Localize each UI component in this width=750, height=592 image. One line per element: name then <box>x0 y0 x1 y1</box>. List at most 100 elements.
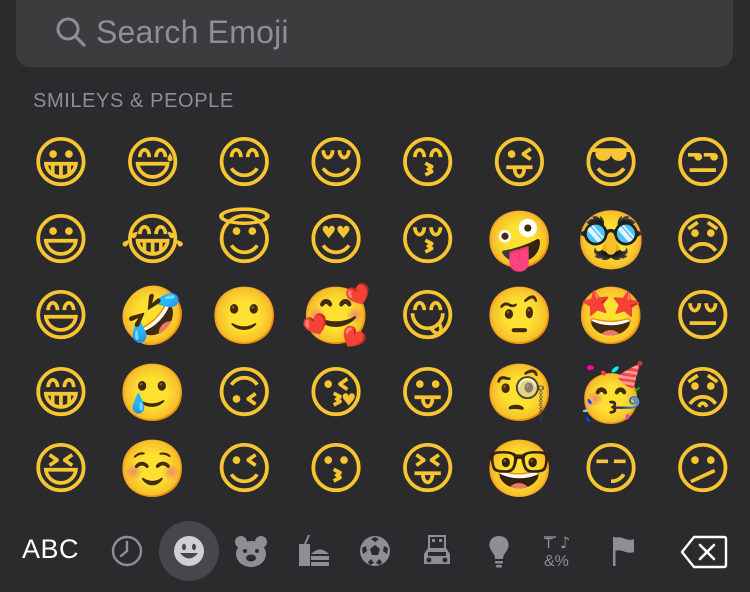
category-smileys[interactable] <box>159 521 219 581</box>
emoji-glyph: 😗 <box>306 437 366 502</box>
emoji-glyph: 🧐 <box>484 360 555 426</box>
emoji-key[interactable]: 😊 <box>210 130 278 198</box>
emoji-glyph: 🤨 <box>484 284 555 349</box>
emoji-glyph: 😔 <box>673 284 732 349</box>
emoji-glyph: 😂 <box>119 207 186 273</box>
emoji-key[interactable]: 🧐 <box>484 360 555 428</box>
search-placeholder: Search Emoji <box>96 14 289 50</box>
emoji-glyph: 😌 <box>306 131 366 196</box>
category-recent[interactable] <box>105 529 149 573</box>
emoji-key[interactable]: 😁 <box>27 360 95 428</box>
emoji-glyph: 😀 <box>31 131 91 196</box>
emoji-key[interactable]: 😄 <box>27 283 95 351</box>
emoji-glyph: 🙂 <box>209 284 280 349</box>
emoji-glyph: 😎 <box>581 131 641 196</box>
emoji-key[interactable]: 😎 <box>577 130 645 198</box>
emoji-glyph: 😆 <box>31 437 91 502</box>
flag-icon <box>613 537 634 566</box>
emoji-key[interactable]: 🤪 <box>485 207 555 275</box>
search-field[interactable]: Search Emoji <box>16 0 733 67</box>
emoji-glyph: 😇 <box>215 207 274 273</box>
emoji-key[interactable]: 🙂 <box>209 283 280 351</box>
emoji-glyph: 😋 <box>398 284 457 349</box>
emoji-glyph: ☺️ <box>117 437 188 502</box>
emoji-key[interactable]: 🤣 <box>117 283 188 351</box>
delete-icon[interactable] <box>680 535 728 569</box>
emoji-glyph: 🙃 <box>215 360 274 426</box>
section-title: SMILEYS & PEOPLE <box>33 90 234 112</box>
emoji-glyph: 😟 <box>673 360 732 426</box>
emoji-glyph: 😛 <box>398 360 457 426</box>
emoji-glyph: 😃 <box>31 207 91 273</box>
emoji-glyph: 😘 <box>306 360 366 426</box>
smiley-icon <box>174 536 204 566</box>
emoji-key[interactable]: 🥸 <box>576 207 646 275</box>
emoji-key[interactable]: 😉 <box>210 436 278 504</box>
svg-text:&%: &% <box>544 553 569 569</box>
emoji-glyph: 😞 <box>673 207 732 273</box>
emoji-key[interactable]: 😆 <box>27 436 95 504</box>
emoji-key[interactable]: 😅 <box>119 130 187 198</box>
symbols-icon: T ♪ &% <box>544 533 570 569</box>
abc-button[interactable]: ABC <box>22 534 79 565</box>
category-activity[interactable] <box>353 529 397 573</box>
emoji-key[interactable]: 🙃 <box>210 360 278 428</box>
emoji-glyph: 😜 <box>490 131 549 196</box>
category-animals[interactable] <box>229 529 273 573</box>
emoji-key[interactable]: ☺️ <box>117 436 188 504</box>
category-travel[interactable] <box>415 529 459 573</box>
emoji-key[interactable]: 😔 <box>669 283 737 351</box>
emoji-glyph: 😁 <box>31 360 91 426</box>
emoji-key[interactable]: 😙 <box>394 130 462 198</box>
emoji-key[interactable]: 🤩 <box>576 283 646 351</box>
emoji-glyph: 😒 <box>673 131 732 196</box>
emoji-glyph: 😊 <box>215 131 274 196</box>
emoji-glyph: 😚 <box>398 207 457 273</box>
emoji-glyph: 🥸 <box>576 207 646 273</box>
emoji-glyph: 😕 <box>673 437 732 502</box>
emoji-key[interactable]: 😀 <box>27 130 95 198</box>
emoji-key[interactable]: 😘 <box>302 360 370 428</box>
emoji-glyph: 🤣 <box>117 284 188 349</box>
emoji-key[interactable]: 😍 <box>302 207 370 275</box>
travel-icon <box>424 535 450 564</box>
emoji-grid: 😀 😅 😊 😌 😙 😜 😎 😒 😃 😂 😇 😍 😚 🤪 🥸 😞 😄 🤣 🙂 🥰 😋 🤨 🤩 😔 😁 🥲 🙃 😘 😛 🧐 🥳 😟 😆 ☺️ 😉 😗 😝 🤓 😏… <box>27 130 750 513</box>
emoji-key[interactable]: 😝 <box>394 436 462 504</box>
emoji-key[interactable]: 😕 <box>669 436 737 504</box>
category-flags[interactable] <box>601 529 645 573</box>
category-symbols[interactable]: T ♪ &% <box>539 529 583 573</box>
emoji-key[interactable]: 🤨 <box>484 283 555 351</box>
emoji-key[interactable]: 😟 <box>669 360 737 428</box>
emoji-key[interactable]: 😞 <box>669 207 737 275</box>
category-food[interactable] <box>291 529 335 573</box>
emoji-key[interactable]: 😋 <box>394 283 462 351</box>
emoji-key[interactable]: 😂 <box>119 207 187 275</box>
bear-icon <box>235 536 267 567</box>
food-icon <box>299 534 329 566</box>
emoji-glyph: 🤩 <box>576 284 646 349</box>
emoji-key[interactable]: 😚 <box>394 207 462 275</box>
emoji-glyph: 😍 <box>306 207 366 273</box>
emoji-key[interactable]: 🥳 <box>576 360 646 428</box>
emoji-key[interactable]: 😌 <box>302 130 370 198</box>
emoji-key[interactable]: 🤓 <box>484 436 555 504</box>
emoji-key[interactable]: 😒 <box>669 130 737 198</box>
emoji-glyph: 😙 <box>398 131 457 196</box>
svg-text:♪: ♪ <box>560 533 570 552</box>
emoji-key[interactable]: 😃 <box>27 207 95 275</box>
emoji-glyph: 😅 <box>123 131 182 196</box>
emoji-key[interactable]: 🥰 <box>301 283 371 351</box>
emoji-key[interactable]: 😏 <box>577 436 645 504</box>
emoji-key[interactable]: 😛 <box>394 360 462 428</box>
emoji-key[interactable]: 😜 <box>485 130 553 198</box>
category-objects[interactable] <box>477 529 521 573</box>
emoji-key[interactable]: 🥲 <box>118 360 188 428</box>
emoji-glyph: 🤓 <box>484 437 555 502</box>
emoji-glyph: 😝 <box>398 437 457 502</box>
clock-icon <box>111 535 143 567</box>
search-icon <box>56 17 86 47</box>
emoji-key[interactable]: 😗 <box>302 436 370 504</box>
emoji-glyph: 😏 <box>581 437 641 502</box>
emoji-key[interactable]: 😇 <box>210 207 278 275</box>
emoji-glyph: 😉 <box>215 437 274 502</box>
